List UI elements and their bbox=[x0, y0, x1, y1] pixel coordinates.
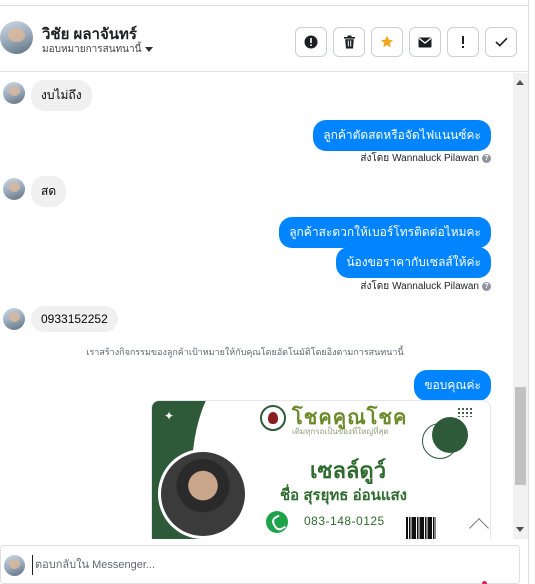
card-phone: 083-148-0125 bbox=[304, 514, 385, 528]
trash-icon bbox=[343, 35, 355, 49]
conversation-header: วิชัย ผลาจันทร์ มอบหมายการสนทนานี้ bbox=[0, 6, 535, 72]
follow-up-button[interactable] bbox=[447, 27, 479, 57]
decor-disc bbox=[432, 417, 468, 453]
message-thread[interactable]: งบไม่ถึง ลูกค้าตัดสดหรือจัดไฟแนนซ์คะ ส่ง… bbox=[0, 73, 513, 539]
panel-right-edge bbox=[528, 0, 535, 584]
sent-by-label: ส่งโดย Wannaluck Pilawan ? bbox=[360, 151, 491, 166]
mark-done-button[interactable] bbox=[485, 27, 517, 57]
mark-unread-button[interactable] bbox=[409, 27, 441, 57]
sparkle-icon: ✦ bbox=[164, 409, 175, 423]
outgoing-message: ลูกค้าสะดวกให้เบอร์โทรติดต่อไหมคะ bbox=[279, 217, 491, 248]
scroll-thumb[interactable] bbox=[515, 387, 526, 485]
contact-avatar-small bbox=[3, 82, 25, 104]
mark-spam-button[interactable] bbox=[295, 27, 327, 57]
star-button[interactable] bbox=[371, 27, 403, 57]
envelope-icon bbox=[418, 37, 432, 47]
business-card-image[interactable]: ✦ โชคคูณโชค เติมทุกรถเป็นของที่ใหญ่ที่สุ… bbox=[151, 400, 491, 539]
incoming-message: งบไม่ถึง bbox=[31, 80, 92, 111]
system-note: เราสร้างกิจกรรมของลูกค้าเป้าหมายให้กับคุ… bbox=[86, 347, 404, 357]
assign-label: มอบหมายการสนทนานี้ bbox=[42, 44, 142, 55]
check-icon bbox=[494, 37, 508, 47]
spam-icon bbox=[304, 35, 318, 49]
help-icon[interactable]: ? bbox=[482, 154, 491, 163]
phone-icon bbox=[266, 511, 288, 533]
incoming-message: สด bbox=[31, 176, 67, 207]
dot-pattern bbox=[457, 407, 473, 417]
card-tagline: เติมทุกรถเป็นของที่ใหญ่ที่สุด bbox=[292, 427, 389, 436]
sender-name: Wannaluck Pilawan bbox=[392, 153, 479, 164]
sent-by-prefix: ส่งโดย bbox=[360, 153, 390, 164]
page-avatar bbox=[4, 555, 25, 576]
contact-avatar-small bbox=[3, 308, 25, 330]
chevron-down-icon bbox=[145, 47, 154, 52]
scroll-down-arrow-icon[interactable] bbox=[516, 527, 524, 532]
outgoing-message: ลูกค้าตัดสดหรือจัดไฟแนนซ์คะ bbox=[313, 120, 491, 151]
star-icon bbox=[380, 35, 394, 48]
delete-button[interactable] bbox=[333, 27, 365, 57]
help-icon[interactable]: ? bbox=[482, 282, 491, 291]
sent-by-prefix: ส่งโดย bbox=[360, 281, 390, 292]
chevron-up-icon[interactable] bbox=[469, 518, 489, 538]
sent-by-label: ส่งโดย Wannaluck Pilawan ? bbox=[360, 279, 491, 294]
assign-conversation-dropdown[interactable]: มอบหมายการสนทนานี้ bbox=[42, 42, 154, 57]
sender-name: Wannaluck Pilawan bbox=[392, 281, 479, 292]
salesperson-photo bbox=[158, 449, 248, 539]
exclamation-icon bbox=[462, 36, 464, 48]
scroll-up-arrow-icon[interactable] bbox=[516, 80, 524, 85]
brand-logo bbox=[260, 405, 286, 431]
reply-composer bbox=[0, 545, 520, 584]
contact-avatar-small bbox=[3, 178, 25, 200]
thread-scrollbar[interactable] bbox=[513, 73, 528, 539]
reply-input[interactable] bbox=[32, 555, 502, 575]
card-person-name: ชื่อ สุรยุทธ อ่อนแสง bbox=[280, 487, 407, 504]
incoming-message: 0933152252 bbox=[31, 306, 118, 332]
qr-code-icon bbox=[406, 517, 436, 539]
contact-avatar[interactable] bbox=[0, 21, 33, 54]
outgoing-message: ขอบคุณค่ะ bbox=[414, 370, 491, 401]
conversation-actions bbox=[295, 27, 517, 57]
outgoing-message: น้องขอราคากับเซลส์ให้ค่ะ bbox=[336, 247, 491, 278]
